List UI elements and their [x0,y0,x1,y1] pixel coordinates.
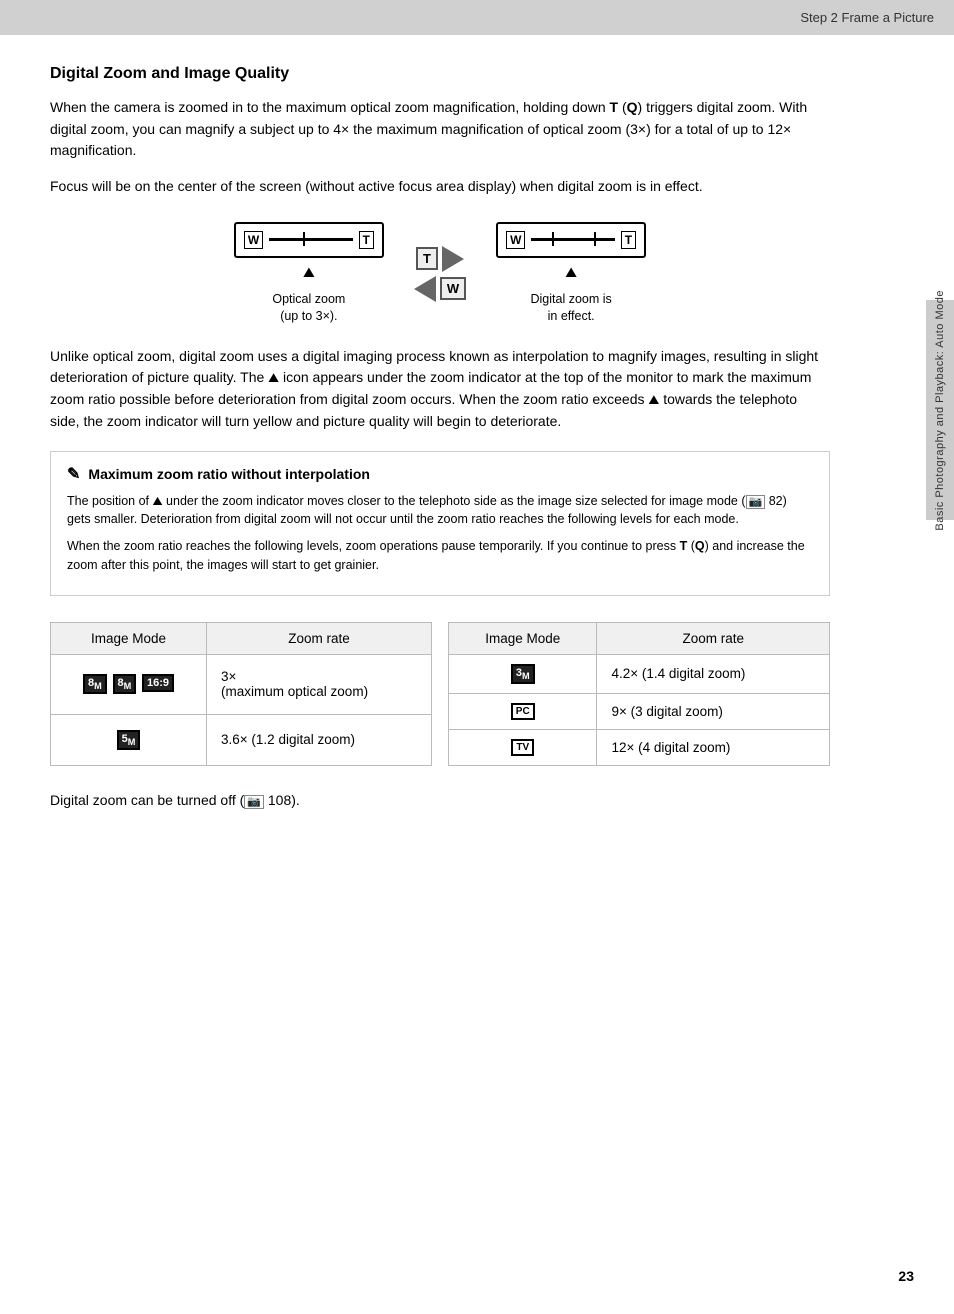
zoom-rate-cell: 12× (4 digital zoom) [597,729,830,765]
zoom-arrows: T W [414,246,466,302]
page-header: Step 2 Frame a Picture [0,0,954,35]
digital-zoom-caption: Digital zoom isin effect. [531,291,612,326]
mode-badge-5m: 5M [117,730,141,750]
note-text-2: When the zoom ratio reaches the followin… [67,537,813,575]
paragraph-1: When the camera is zoomed in to the maxi… [50,97,830,162]
col-header-mode-right: Image Mode [449,622,597,654]
section-title: Digital Zoom and Image Quality [50,65,830,83]
mode-badge-pc: PC [511,703,535,720]
t-arrow: T [416,246,464,272]
mode-badge-8m1: 8M [83,674,107,694]
table-row: 3M 4.2× (1.4 digital zoom) [449,654,830,693]
pencil-icon: ✎ [67,464,80,484]
note-box: ✎ Maximum zoom ratio without interpolati… [50,451,830,596]
table-row: PC 9× (3 digital zoom) [449,693,830,729]
optical-zoom-bar: W T [234,222,384,258]
mode-badge-8m2: 8M [113,674,137,694]
page-number: 23 [898,1268,914,1284]
table-row: 8M 8M 16:9 3×(maximum optical zoom) [51,654,432,715]
zoom-tables: Image Mode Zoom rate 8M 8M 16:9 3×(maxim… [50,610,830,778]
mode-badge-169: 16:9 [142,674,174,692]
optical-zoom-diagram: W T ⛰ Optical zoom(up to 3×). [234,222,384,326]
header-title: Step 2 Frame a Picture [800,10,934,25]
side-tab: Basic Photography and Playback: Auto Mod… [926,300,954,520]
col-header-zoom-right: Zoom rate [597,622,830,654]
main-content: Digital Zoom and Image Quality When the … [0,35,880,855]
col-header-zoom-left: Zoom rate [207,622,432,654]
paragraph-3: Unlike optical zoom, digital zoom uses a… [50,346,830,433]
mode-cell: 5M [51,715,207,766]
table-row: 5M 3.6× (1.2 digital zoom) [51,715,432,766]
mode-cell: PC [449,693,597,729]
table-row: TV 12× (4 digital zoom) [449,729,830,765]
zoom-rate-cell: 3×(maximum optical zoom) [207,654,432,715]
zoom-rate-cell: 9× (3 digital zoom) [597,693,830,729]
mode-cell: 8M 8M 16:9 [51,654,207,715]
paragraph-2: Focus will be on the center of the scree… [50,176,830,198]
mode-badge-3m: 3M [511,664,535,684]
mode-cell: TV [449,729,597,765]
zoom-rate-cell: 4.2× (1.4 digital zoom) [597,654,830,693]
side-tab-text: Basic Photography and Playback: Auto Mod… [934,290,946,531]
zoom-table-right: Image Mode Zoom rate 3M 4.2× (1.4 digita… [448,622,830,766]
zoom-rate-cell: 3.6× (1.2 digital zoom) [207,715,432,766]
col-header-mode-left: Image Mode [51,622,207,654]
zoom-table-left: Image Mode Zoom rate 8M 8M 16:9 3×(maxim… [50,622,432,766]
zoom-diagram: W T ⛰ Optical zoom(up to 3×). T W W [50,222,830,326]
footer-text: Digital zoom can be turned off (📷 108). [50,790,830,812]
w-arrow: W [414,276,466,302]
note-title: ✎ Maximum zoom ratio without interpolati… [67,464,813,484]
mode-badge-tv: TV [511,739,534,756]
digital-zoom-bar: W T [496,222,646,258]
note-text-1: The position of ⛰ under the zoom indicat… [67,492,813,530]
optical-zoom-caption: Optical zoom(up to 3×). [272,291,345,326]
mode-cell: 3M [449,654,597,693]
digital-zoom-diagram: W T ⛰ Digital zoom isin effect. [496,222,646,326]
